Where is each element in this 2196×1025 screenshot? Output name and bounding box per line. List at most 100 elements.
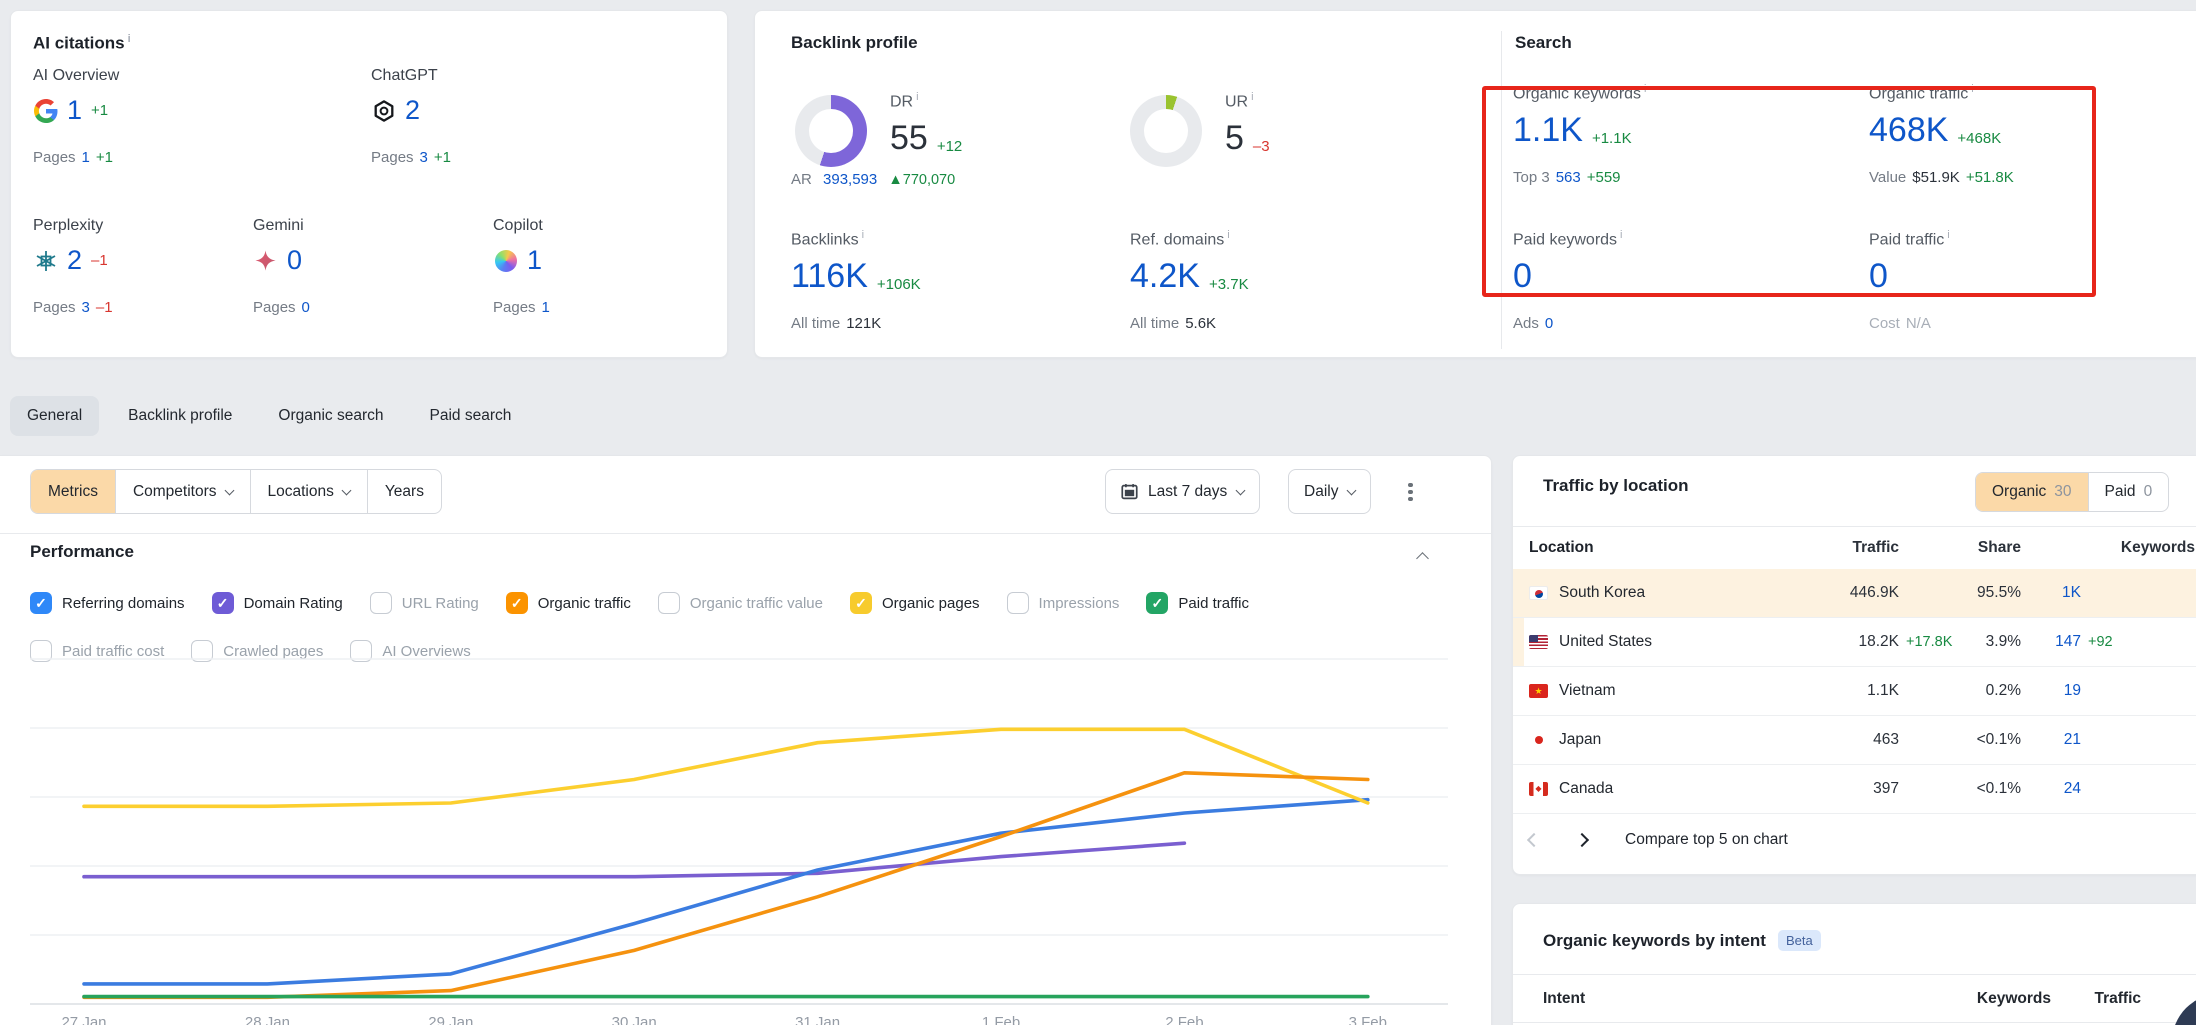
keywords-count[interactable]: 1K	[2021, 584, 2081, 602]
dr-delta: +12	[937, 138, 962, 155]
pages-count[interactable]: 3	[420, 149, 428, 166]
column-traffic: Traffic	[2051, 990, 2141, 1008]
location-cell: Japan	[1529, 731, 1817, 749]
checkbox-domain-rating[interactable]: ✓Domain Rating	[212, 592, 343, 614]
ai-citation-count[interactable]: 1	[67, 95, 82, 126]
paid-traffic-label: Paid traffici	[1869, 229, 1950, 249]
prev-page-icon[interactable]	[1527, 833, 1541, 847]
paid-keywords-sub: Ads0	[1513, 315, 1553, 332]
filter-segment-label: Locations	[268, 483, 334, 501]
ai-citation-copilot: Copilot1Pages1	[493, 217, 723, 337]
chevron-down-icon	[224, 485, 234, 495]
column-keywords: Keywords	[1961, 990, 2051, 1008]
filter-segment-locations[interactable]: Locations	[250, 470, 367, 513]
ai-citation-count[interactable]: 0	[287, 245, 302, 276]
table-row-vietnam[interactable]: ★Vietnam1.1K0.2%19	[1513, 667, 2196, 716]
organic-keywords-value[interactable]: 1.1K	[1513, 113, 1583, 147]
chart-line-referring-domains	[84, 800, 1368, 984]
ai-citation-label: AI Overview	[33, 67, 263, 85]
toggle-organic[interactable]: Organic 30	[1976, 473, 2088, 511]
info-icon: i	[1251, 91, 1253, 103]
checkbox-box	[370, 592, 392, 614]
info-icon: i	[1620, 229, 1622, 241]
ai-citation-count[interactable]: 1	[527, 245, 542, 276]
divider	[0, 533, 1491, 534]
tab-organic-search[interactable]: Organic search	[261, 396, 400, 436]
performance-line-chart[interactable]: 27 Jan28 Jan29 Jan30 Jan31 Jan1 Feb2 Feb…	[0, 656, 1460, 1025]
table-row-united-states[interactable]: United States18.2K+17.8K3.9%147+92	[1513, 618, 2196, 667]
checkbox-organic-pages[interactable]: ✓Organic pages	[850, 592, 980, 614]
checkbox-label: Organic traffic value	[690, 595, 823, 612]
toggle-count: 30	[2054, 483, 2071, 501]
date-range-label: Last 7 days	[1148, 483, 1227, 501]
ai-citation-value-row: 0	[253, 245, 302, 276]
column-traffic: Traffic	[1817, 539, 1899, 557]
location-cell: ★Vietnam	[1529, 682, 1817, 700]
tab-general[interactable]: General	[10, 396, 99, 436]
keywords-count[interactable]: 24	[2021, 780, 2081, 798]
ai-citations-title: AI citationsi	[33, 33, 131, 54]
ai-citation-ai-overview: AI Overview1+1Pages1+1	[33, 67, 263, 187]
checkbox-label: URL Rating	[402, 595, 479, 612]
copilot-icon	[493, 248, 518, 273]
organic-traffic-value[interactable]: 468K	[1869, 113, 1948, 147]
backlinks-value[interactable]: 116K	[791, 259, 868, 293]
kebab-menu-icon[interactable]	[1408, 480, 1413, 504]
pages-count[interactable]: 3	[82, 299, 90, 316]
collapse-section-button[interactable]	[1418, 550, 1427, 567]
filter-segment-years[interactable]: Years	[367, 470, 441, 513]
keywords-count[interactable]: 21	[2021, 731, 2081, 749]
location-name: United States	[1559, 633, 1652, 651]
checkbox-paid-traffic[interactable]: ✓Paid traffic	[1146, 592, 1249, 614]
keywords-count[interactable]: 19	[2021, 682, 2081, 700]
ai-citations-card: AI citationsi AI Overview1+1Pages1+1Chat…	[10, 10, 728, 358]
pages-count[interactable]: 1	[82, 149, 90, 166]
section-divider	[1501, 31, 1502, 349]
ai-citation-gemini: Gemini0Pages0	[253, 217, 483, 337]
backlinks-delta: +106K	[877, 276, 921, 293]
organic-traffic-label: Organic traffici	[1869, 83, 1974, 103]
granularity-button[interactable]: Daily	[1288, 469, 1371, 514]
filter-segment-metrics[interactable]: Metrics	[31, 470, 115, 513]
checkbox-label: Organic pages	[882, 595, 980, 612]
ref-domains-delta: +3.7K	[1209, 276, 1249, 293]
ur-delta: –3	[1253, 138, 1270, 155]
tab-backlink-profile[interactable]: Backlink profile	[111, 396, 249, 436]
paid-keywords-value[interactable]: 0	[1513, 259, 1532, 293]
tab-paid-search[interactable]: Paid search	[413, 396, 529, 436]
ref-domains-value[interactable]: 4.2K	[1130, 259, 1200, 293]
paid-keywords-label: Paid keywordsi	[1513, 229, 1623, 249]
next-page-icon[interactable]	[1575, 833, 1589, 847]
toggle-paid[interactable]: Paid0	[2088, 473, 2169, 511]
info-icon: i	[1227, 229, 1229, 241]
ar-value[interactable]: 393,593	[823, 171, 877, 188]
dr-value: 55	[890, 121, 928, 155]
toggle-label: Organic	[1992, 483, 2046, 501]
date-range-button[interactable]: Last 7 days	[1105, 469, 1260, 514]
checkbox-organic-traffic[interactable]: ✓Organic traffic	[506, 592, 631, 614]
keywords-count[interactable]: 147	[2021, 633, 2081, 651]
table-row-canada[interactable]: ◆Canada397<0.1%24	[1513, 765, 2196, 814]
ai-citation-count[interactable]: 2	[67, 245, 82, 276]
chevron-down-icon	[1347, 485, 1357, 495]
compare-top5-button[interactable]: Compare top 5 on chart	[1625, 831, 1788, 849]
pages-count[interactable]: 0	[302, 299, 310, 316]
ai-citation-count[interactable]: 2	[405, 95, 420, 126]
ref-domains-label: Ref. domainsi	[1130, 229, 1230, 249]
checkbox-impressions[interactable]: Impressions	[1007, 592, 1120, 614]
table-row-japan[interactable]: Japan463<0.1%21	[1513, 716, 2196, 765]
chart-line-organic-pages	[84, 729, 1368, 806]
checkbox-organic-traffic-value[interactable]: Organic traffic value	[658, 592, 823, 614]
pages-count[interactable]: 1	[542, 299, 550, 316]
share-value: 0.2%	[1951, 682, 2021, 700]
filter-segment-label: Competitors	[133, 483, 217, 501]
toggle-count: 0	[2144, 483, 2153, 501]
info-icon: i	[1971, 83, 1973, 95]
calendar-icon	[1121, 483, 1138, 500]
x-tick-label: 29 Jan	[428, 1014, 473, 1025]
filter-segment-competitors[interactable]: Competitors	[115, 470, 250, 513]
paid-traffic-value[interactable]: 0	[1869, 259, 1888, 293]
checkbox-url-rating[interactable]: URL Rating	[370, 592, 479, 614]
table-row-south-korea[interactable]: South Korea446.9K95.5%1K	[1513, 569, 2196, 618]
checkbox-referring-domains[interactable]: ✓Referring domains	[30, 592, 185, 614]
